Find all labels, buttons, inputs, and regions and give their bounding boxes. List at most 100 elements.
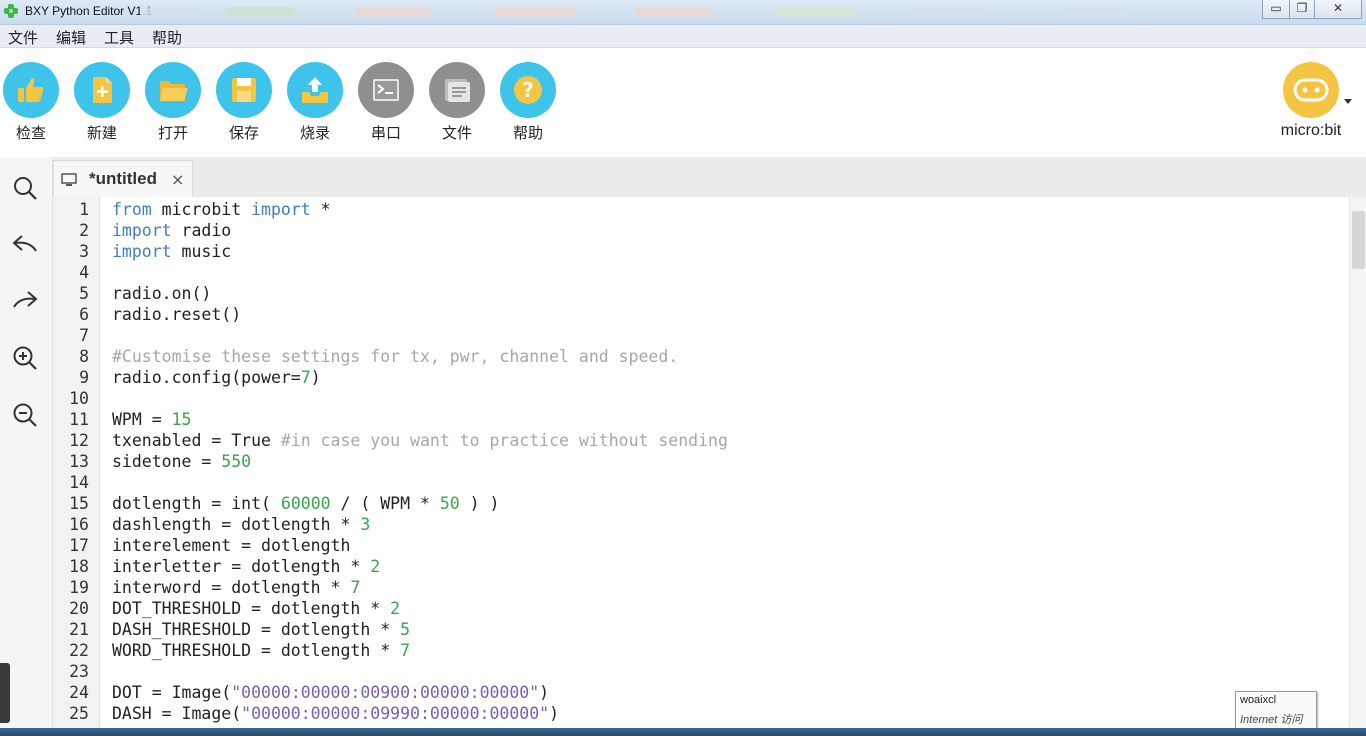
check-button[interactable]: 检查 [1, 62, 61, 143]
files-icon [445, 79, 470, 102]
svg-text:?: ? [522, 78, 534, 102]
serial-button[interactable]: 串口 [356, 62, 416, 143]
files-button[interactable]: 文件 [427, 62, 487, 143]
line-text: radio.on() [112, 284, 212, 303]
code-line[interactable]: 6 radio.reset() [53, 304, 1349, 325]
code-line[interactable]: 17 interelement = dotlength [53, 535, 1349, 556]
minimize-button[interactable]: ▭ [1262, 0, 1290, 19]
chevron-down-icon[interactable] [1344, 99, 1352, 104]
line-number: 24 [69, 683, 89, 702]
line-number: 4 [79, 263, 89, 282]
line-number: 1 [79, 200, 89, 219]
code-line[interactable]: 5 radio.on() [53, 283, 1349, 304]
menu-bar: 文件 编辑 工具 帮助 [0, 25, 1366, 48]
zoom-in-icon[interactable] [12, 345, 38, 371]
code-line[interactable]: 16 dashlength = dotlength * 3 [53, 514, 1349, 535]
line-number: 19 [69, 578, 89, 597]
line-number: 21 [69, 620, 89, 639]
background-tab-strip [140, 5, 1140, 19]
zoom-out-icon[interactable] [12, 402, 38, 428]
code-line[interactable]: 21 DASH_THRESHOLD = dotlength * 5 [53, 619, 1349, 640]
monitor-icon [61, 173, 77, 186]
terminal-icon [373, 79, 399, 101]
tab-bar: *untitled × [53, 157, 1366, 198]
code-line[interactable]: 12 txenabled = True #in case you want to … [53, 430, 1349, 451]
code-line[interactable]: 25 DASH = Image("00000:00000:09990:00000:… [53, 703, 1349, 724]
code-editor[interactable]: 1 from microbit import * 2 import radio 3 imp… [53, 197, 1349, 736]
tooltip-status: Internet 访问 [1240, 714, 1303, 726]
restore-button[interactable]: ❐ [1289, 0, 1315, 19]
line-number: 8 [79, 347, 89, 366]
code-line[interactable]: 14 [53, 472, 1349, 493]
line-number: 7 [79, 326, 89, 345]
code-line[interactable]: 18 interletter = dotlength * 2 [53, 556, 1349, 577]
side-toolbar [0, 157, 53, 736]
code-line[interactable]: 2 import radio [53, 220, 1349, 241]
open-folder-icon [160, 81, 188, 101]
toolbar: 检查 新建 打开 保存 烧录 串口 文件 ? 帮助 micro:bit [0, 48, 1366, 156]
undo-icon[interactable] [12, 231, 38, 257]
line-number: 14 [69, 473, 89, 492]
line-number: 20 [69, 599, 89, 618]
menu-edit[interactable]: 编辑 [56, 27, 86, 48]
line-text: DASH_THRESHOLD = dotlength * 5 [112, 620, 411, 639]
close-icon: ✕ [1332, 1, 1344, 15]
line-text: import radio [112, 221, 232, 240]
code-line[interactable]: 1 from microbit import * [53, 199, 1349, 220]
device-selector[interactable]: micro:bit [1276, 62, 1346, 140]
code-line[interactable]: 19 interword = dotlength * 7 [53, 577, 1349, 598]
code-line[interactable]: 11 WPM = 15 [53, 409, 1349, 430]
tooltip: woaixcl Internet 访问 [1235, 691, 1317, 729]
close-tab-icon[interactable]: × [171, 170, 184, 189]
menu-tools[interactable]: 工具 [104, 27, 134, 48]
tab-title: *untitled [89, 169, 157, 188]
code-line[interactable]: 4 [53, 262, 1349, 283]
title-bar: BXY Python Editor V1.1 ▭ ❐ ✕ [0, 0, 1366, 25]
code-line[interactable]: 20 DOT_THRESHOLD = dotlength * 2 [53, 598, 1349, 619]
line-number: 11 [69, 410, 89, 429]
scrollbar-thumb[interactable] [1352, 211, 1365, 269]
code-line[interactable]: 8 #Customise these settings for tx, pwr, … [53, 346, 1349, 367]
search-icon[interactable] [12, 175, 38, 201]
panel-resize-handle[interactable] [0, 663, 10, 723]
menu-help[interactable]: 帮助 [152, 27, 182, 48]
line-number: 5 [79, 284, 89, 303]
open-button[interactable]: 打开 [143, 62, 203, 143]
code-line[interactable]: 10 [53, 388, 1349, 409]
code-line[interactable]: 15 dotlength = int( 60000 / ( WPM * 50 ) … [53, 493, 1349, 514]
code-line[interactable]: 24 DOT = Image("00000:00000:00900:00000:0… [53, 682, 1349, 703]
line-number: 13 [69, 452, 89, 471]
close-window-button[interactable]: ✕ [1314, 0, 1362, 19]
line-number: 12 [69, 431, 89, 450]
line-number: 25 [69, 704, 89, 723]
code-line[interactable]: 9 radio.config(power=7) [53, 367, 1349, 388]
line-number: 22 [69, 641, 89, 660]
new-file-icon [93, 77, 112, 103]
save-icon [232, 78, 256, 102]
tab-untitled[interactable]: *untitled × [53, 160, 193, 198]
line-text: txenabled = True #in case you want to pr… [112, 431, 728, 450]
line-text: DASH = Image("00000:00000:09990:00000:00… [112, 704, 560, 723]
line-text: WPM = 15 [112, 410, 192, 429]
help-button[interactable]: ? 帮助 [498, 62, 558, 143]
minimize-icon: ▭ [1270, 1, 1282, 15]
redo-icon[interactable] [12, 287, 38, 313]
code-line[interactable]: 13 sidetone = 550 [53, 451, 1349, 472]
code-line[interactable]: 3 import music [53, 241, 1349, 262]
line-text: interletter = dotlength * 2 [112, 557, 381, 576]
save-button[interactable]: 保存 [214, 62, 274, 143]
line-text: sidetone = 550 [112, 452, 252, 471]
code-line[interactable]: 22 WORD_THRESHOLD = dotlength * 7 [53, 640, 1349, 661]
code-line[interactable]: 23 [53, 661, 1349, 682]
line-number: 10 [69, 389, 89, 408]
line-number: 6 [79, 305, 89, 324]
app-logo-icon [4, 4, 18, 18]
vertical-scrollbar[interactable] [1349, 197, 1366, 736]
line-text: radio.reset() [112, 305, 242, 324]
menu-file[interactable]: 文件 [8, 27, 38, 48]
code-line[interactable]: 7 [53, 325, 1349, 346]
flash-button[interactable]: 烧录 [285, 62, 345, 143]
new-file-button[interactable]: 新建 [72, 62, 132, 143]
line-number: 16 [69, 515, 89, 534]
taskbar [0, 728, 1366, 736]
